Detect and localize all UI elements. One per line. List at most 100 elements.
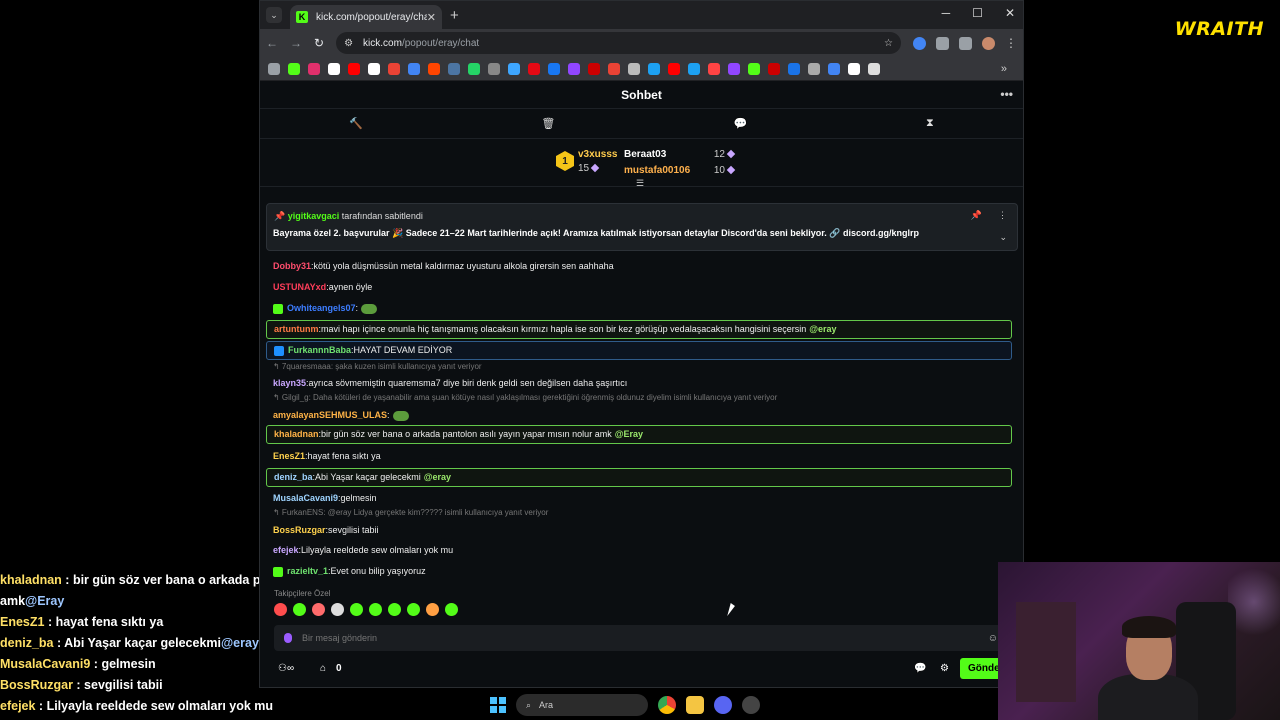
browser-menu-icon[interactable]: ⋮ <box>1005 36 1017 50</box>
bookmark-icon[interactable] <box>848 62 860 75</box>
chat-username[interactable]: USTUNAYxd <box>273 283 326 292</box>
chrome-icon[interactable] <box>658 696 676 714</box>
taskbar-search[interactable]: ⌕ Ara <box>516 694 648 716</box>
bookmark-icon[interactable] <box>348 62 360 75</box>
chat-input[interactable] <box>302 633 988 643</box>
bookmark-icon[interactable] <box>368 62 380 75</box>
bookmark-icon[interactable] <box>588 62 600 75</box>
bookmark-icon[interactable] <box>868 62 880 75</box>
emote-icon[interactable] <box>274 603 287 616</box>
trash-icon[interactable]: 🗑 <box>541 117 555 130</box>
chat-username[interactable]: razieltv_1 <box>287 567 328 576</box>
bookmark-icon[interactable] <box>308 62 320 75</box>
leaderboard-name[interactable]: mustafa00106 <box>624 165 708 176</box>
bookmark-star-icon[interactable]: ☆ <box>884 38 893 49</box>
bookmark-icon[interactable] <box>328 62 340 75</box>
points-icon[interactable]: ⌂ <box>320 663 326 674</box>
emote-icon[interactable] <box>293 603 306 616</box>
browser-tab[interactable]: K kick.com/popout/eray/chat ✕ <box>290 5 442 29</box>
extension-icon[interactable] <box>913 36 926 50</box>
reply-indicator[interactable]: ↰ Gilgil_g: Daha kötüleri de yaşanabilir… <box>273 394 777 402</box>
pinned-more-icon[interactable]: ⋮ <box>998 210 1007 221</box>
bookmark-icon[interactable] <box>668 62 680 75</box>
discord-icon[interactable] <box>714 696 732 714</box>
leaderboard-name[interactable]: Beraat03 <box>624 149 708 160</box>
emote-icon[interactable] <box>388 603 401 616</box>
reply-indicator[interactable]: ↰ FurkanENS: @eray Lidya gerçekte kim???… <box>273 509 548 517</box>
extensions-puzzle-icon[interactable] <box>936 36 949 50</box>
minimize-button[interactable]: ─ <box>942 6 951 20</box>
leaderboard-first-name[interactable]: v3xusss <box>578 149 617 160</box>
hourglass-icon[interactable]: ⧗ <box>926 117 934 130</box>
bookmark-icon[interactable] <box>748 62 760 75</box>
bookmark-icon[interactable] <box>788 62 800 75</box>
chevron-down-icon[interactable]: ⌄ <box>999 232 1007 243</box>
bookmark-icon[interactable] <box>288 62 300 75</box>
chat-username[interactable]: klayn35 <box>273 379 306 388</box>
chat-username[interactable]: FurkannnBaba <box>288 346 351 355</box>
chat-username[interactable]: Owhiteangels07 <box>287 304 356 313</box>
new-tab-button[interactable]: + <box>450 7 459 24</box>
chat-username[interactable]: BossRuzgar <box>273 526 326 535</box>
bookmark-icon[interactable] <box>468 62 480 75</box>
bookmark-icon[interactable] <box>528 62 540 75</box>
url-field[interactable]: ⚙ kick.com/popout/eray/chat ☆ <box>336 32 901 54</box>
bookmark-icon[interactable] <box>408 62 420 75</box>
emote-icon[interactable] <box>369 603 382 616</box>
bookmark-icon[interactable] <box>768 62 780 75</box>
windows-start-icon[interactable] <box>490 697 506 713</box>
back-icon[interactable]: ← <box>266 36 278 50</box>
collapse-leaderboard-icon[interactable]: ☰ <box>636 178 644 189</box>
bookmark-icon[interactable] <box>808 62 820 75</box>
bookmark-icon[interactable] <box>428 62 440 75</box>
chat-username[interactable]: EnesZ1 <box>273 452 305 461</box>
chat-username[interactable]: MusalaCavani9 <box>273 494 338 503</box>
file-explorer-icon[interactable] <box>686 696 704 714</box>
chat-settings-bubble-icon[interactable]: 💬 <box>914 663 926 674</box>
mention[interactable]: @eray <box>424 473 451 482</box>
chat-username[interactable]: efejek <box>273 546 299 555</box>
bookmark-icon[interactable] <box>648 62 660 75</box>
chat-bubble-icon[interactable]: 💬 <box>734 117 748 130</box>
reload-icon[interactable]: ↻ <box>314 36 324 50</box>
bookmark-icon[interactable] <box>708 62 720 75</box>
mention[interactable]: @eray <box>809 325 836 334</box>
chat-username[interactable]: deniz_ba <box>274 473 313 482</box>
bookmark-icon[interactable] <box>828 62 840 75</box>
profile-avatar[interactable] <box>982 36 995 50</box>
bookmark-icon[interactable] <box>388 62 400 75</box>
maximize-button[interactable]: ☐ <box>972 6 983 20</box>
reply-indicator[interactable]: ↰ 7quaresmaaa: şaka kuzen isimli kullanı… <box>273 363 482 371</box>
mic-icon[interactable] <box>284 633 292 643</box>
emote-icon[interactable] <box>407 603 420 616</box>
apps-grid-icon[interactable] <box>268 62 280 75</box>
bookmark-icon[interactable] <box>728 62 740 75</box>
mention[interactable]: @Eray <box>615 430 643 439</box>
chat-username[interactable]: amyalayanSEHMUS_ULAS <box>273 411 387 420</box>
emote-icon[interactable] <box>350 603 363 616</box>
bookmark-icon[interactable] <box>608 62 620 75</box>
emote-icon[interactable] <box>312 603 325 616</box>
unpin-icon[interactable]: 📌 <box>971 210 982 221</box>
bookmark-icon[interactable] <box>568 62 580 75</box>
close-window-button[interactable]: ✕ <box>1005 6 1015 20</box>
emoji-icon[interactable]: ☺ <box>988 633 998 644</box>
bookmark-icon[interactable] <box>508 62 520 75</box>
close-tab-icon[interactable]: ✕ <box>427 11 436 24</box>
bookmark-icon[interactable] <box>448 62 460 75</box>
site-info-icon[interactable]: ⚙ <box>344 38 353 49</box>
reading-list-icon[interactable] <box>959 36 972 50</box>
chat-username[interactable]: artuntunm <box>274 325 319 334</box>
app-icon[interactable] <box>742 696 760 714</box>
users-icon[interactable]: ⚇∞ <box>278 663 294 674</box>
emote-icon[interactable] <box>426 603 439 616</box>
emote-icon[interactable] <box>331 603 344 616</box>
chat-username[interactable]: Dobby31 <box>273 262 311 271</box>
bookmark-icon[interactable] <box>628 62 640 75</box>
tab-search-button[interactable]: ⌄ <box>266 7 282 23</box>
chat-username[interactable]: khaladnan <box>274 430 319 439</box>
pinned-by-user[interactable]: yigitkavgaci <box>288 211 340 221</box>
forward-icon[interactable]: → <box>290 36 302 50</box>
bookmark-icon[interactable] <box>548 62 560 75</box>
bookmark-icon[interactable] <box>688 62 700 75</box>
